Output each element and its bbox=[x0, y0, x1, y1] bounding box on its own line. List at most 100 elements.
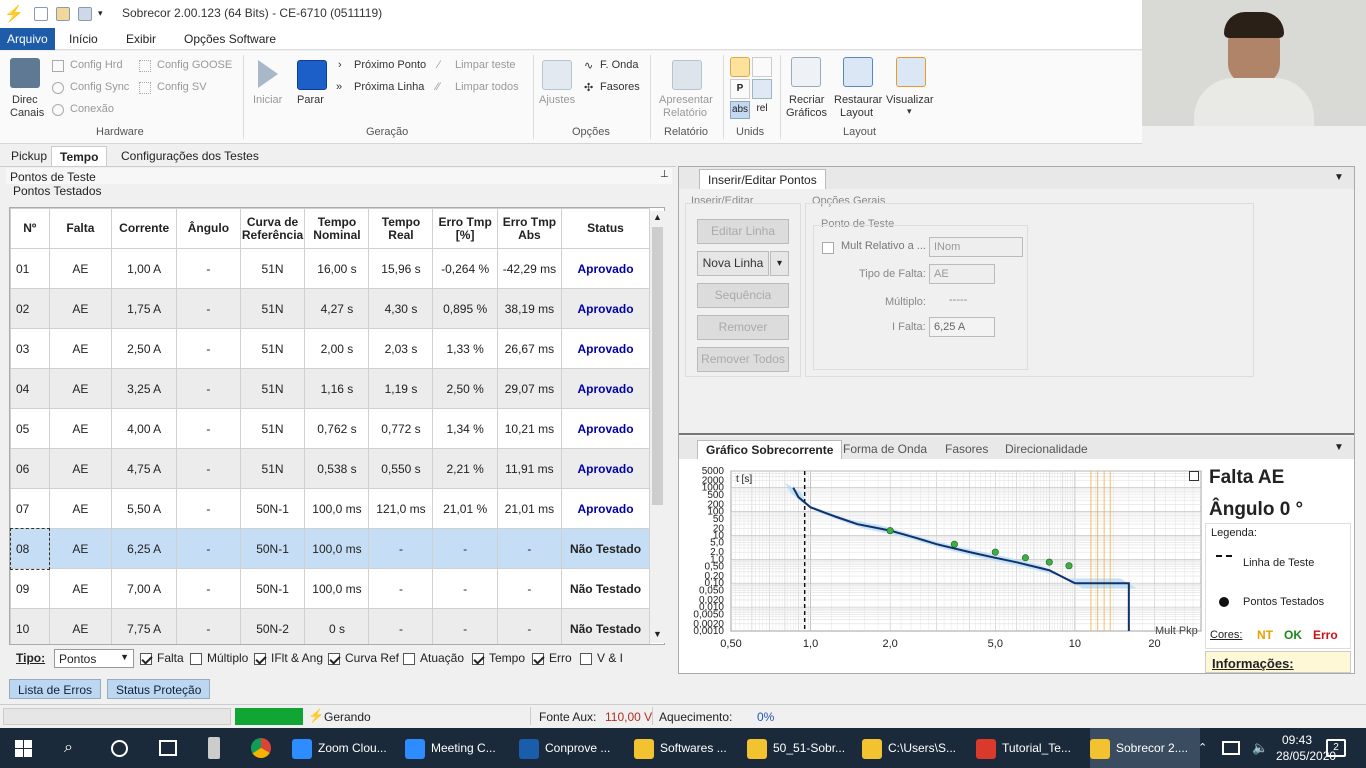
panel-menu-icon[interactable]: ▼ bbox=[1334, 172, 1344, 183]
ajustes-icon[interactable] bbox=[542, 60, 572, 90]
checkbox[interactable] bbox=[190, 652, 202, 665]
table-row[interactable]: 01 AE 1,00 A -51N 16,00 s 15,96 s -0,264 % -42,… bbox=[10, 248, 650, 289]
tipo-option[interactable]: Atuação bbox=[403, 651, 464, 665]
tipo-select[interactable]: Pontos ▼ bbox=[54, 649, 134, 668]
tipo-option[interactable]: IFlt & Ang bbox=[254, 651, 323, 665]
tipo-option[interactable]: Falta bbox=[140, 651, 184, 665]
tab-configuracoes[interactable]: Configurações dos Testes bbox=[113, 146, 267, 166]
tipo-option[interactable]: Curva Ref bbox=[328, 651, 399, 665]
layout-label[interactable]: Layout bbox=[840, 107, 873, 119]
checkbox[interactable] bbox=[472, 652, 484, 665]
tab-pickup[interactable]: Pickup bbox=[3, 146, 55, 166]
tipo-option[interactable]: Múltiplo bbox=[190, 651, 248, 665]
table-scrollbar[interactable]: ▲ ▼ bbox=[650, 211, 665, 643]
tipo-falta-select[interactable]: AE bbox=[929, 264, 995, 284]
notification-icon[interactable]: 2 bbox=[1326, 739, 1346, 757]
visualizar-label[interactable]: Visualizar bbox=[886, 94, 934, 106]
graficos-label[interactable]: Gráficos bbox=[786, 107, 827, 119]
table-row[interactable]: 06 AE 4,75 A -51N 0,538 s 0,550 s 2,21 % 11,91 … bbox=[10, 448, 650, 489]
calculator-icon[interactable] bbox=[208, 737, 220, 759]
column-header[interactable]: Status bbox=[561, 208, 650, 249]
abs-toggle[interactable]: abs bbox=[730, 101, 750, 119]
fasores-button[interactable]: Fasores bbox=[600, 81, 640, 93]
visualizar-dropdown-icon[interactable]: ▾ bbox=[907, 106, 912, 117]
recriar-graficos-icon[interactable] bbox=[791, 57, 821, 87]
menu-exibir[interactable]: Exibir bbox=[119, 31, 163, 47]
proximo-ponto-button[interactable]: Próximo Ponto bbox=[354, 59, 426, 71]
taskbar-app[interactable]: Softwares ... bbox=[634, 728, 744, 768]
tab-tempo[interactable]: Tempo bbox=[51, 146, 108, 166]
windows-start-icon[interactable] bbox=[15, 740, 32, 757]
tab-inserir-editar[interactable]: Inserir/Editar Pontos bbox=[699, 169, 826, 189]
config-hrd-button[interactable]: Config Hrd bbox=[70, 59, 123, 71]
tab-lista-erros[interactable]: Lista de Erros bbox=[9, 679, 102, 699]
limpar-todos-button[interactable]: Limpar todos bbox=[455, 81, 519, 93]
ifalta-input[interactable]: 6,25 A bbox=[929, 317, 995, 337]
column-header[interactable]: Erro Tmp Abs bbox=[496, 208, 563, 249]
test-points-table[interactable]: Nº Falta Corrente Ângulo Curva de Referência T… bbox=[9, 207, 665, 645]
restaurar-label[interactable]: Restaurar bbox=[834, 94, 882, 106]
column-header[interactable]: Erro Tmp [%] bbox=[432, 208, 498, 249]
visualizar-icon[interactable] bbox=[896, 57, 926, 87]
open-folder-icon[interactable] bbox=[56, 7, 70, 21]
tipo-option[interactable]: Tempo bbox=[472, 651, 525, 665]
rel-toggle[interactable]: rel bbox=[752, 101, 772, 119]
nova-linha-dropdown-icon[interactable]: ▾ bbox=[770, 251, 789, 276]
recriar-label[interactable]: Recriar bbox=[789, 94, 824, 106]
apresentar-label[interactable]: Apresentar bbox=[659, 94, 713, 106]
save-icon[interactable] bbox=[78, 7, 92, 21]
checkbox[interactable] bbox=[140, 652, 152, 665]
editar-linha-button[interactable]: Editar Linha bbox=[697, 219, 789, 244]
volume-icon[interactable]: 🔈 bbox=[1252, 728, 1268, 768]
checkbox[interactable] bbox=[532, 652, 544, 665]
table-row[interactable]: 05 AE 4,00 A -51N 0,762 s 0,772 s 1,34 % 10,21 … bbox=[10, 408, 650, 449]
chart-expand-icon[interactable] bbox=[1189, 471, 1199, 481]
config-goose-button[interactable]: Config GOOSE bbox=[157, 59, 232, 71]
column-header[interactable]: Falta bbox=[48, 208, 113, 249]
restaurar-layout-icon[interactable] bbox=[843, 57, 873, 87]
menu-arquivo[interactable]: Arquivo bbox=[0, 28, 55, 50]
stop-icon[interactable] bbox=[297, 60, 327, 90]
ajustes-button[interactable]: Ajustes bbox=[539, 94, 575, 106]
taskbar-app[interactable]: Tutorial_Te... bbox=[976, 728, 1086, 768]
menu-opcoes-software[interactable]: Opções Software bbox=[177, 31, 283, 47]
new-file-icon[interactable] bbox=[34, 7, 48, 21]
f-onda-button[interactable]: F. Onda bbox=[600, 59, 639, 71]
wave-unit-icon[interactable] bbox=[752, 57, 772, 77]
tray-chevron-icon[interactable]: ⌃ bbox=[1198, 728, 1207, 768]
report-icon[interactable] bbox=[672, 60, 702, 90]
scroll-thumb[interactable] bbox=[652, 227, 663, 505]
remover-todos-button[interactable]: Remover Todos bbox=[697, 347, 789, 372]
menu-inicio[interactable]: Início bbox=[62, 31, 105, 47]
network-icon[interactable] bbox=[1222, 741, 1240, 755]
sequencia-button[interactable]: Sequência bbox=[697, 283, 789, 308]
table-row[interactable]: 02 AE 1,75 A -51N 4,27 s 4,30 s 0,895 % 38,19 m… bbox=[10, 288, 650, 329]
table-row[interactable]: 08 AE 6,25 A -50N-1 100,0 ms - - - Não Testado bbox=[10, 527, 650, 570]
conexao-button[interactable]: Conexão bbox=[70, 103, 114, 115]
nova-linha-button[interactable]: Nova Linha bbox=[697, 251, 769, 276]
task-view-icon[interactable] bbox=[159, 740, 177, 756]
pu-icon[interactable]: P bbox=[730, 79, 750, 99]
checkbox[interactable] bbox=[328, 652, 340, 665]
chrome-icon[interactable] bbox=[251, 738, 271, 758]
taskbar-app[interactable]: 50_51-Sobr... bbox=[747, 728, 857, 768]
checkbox[interactable] bbox=[254, 652, 266, 665]
direc-canais-icon[interactable] bbox=[10, 58, 40, 88]
tab-grafico-sobrecorrente[interactable]: Gráfico Sobrecorrente bbox=[697, 440, 843, 459]
proxima-linha-button[interactable]: Próxima Linha bbox=[354, 81, 424, 93]
taskbar-app[interactable]: Conprove ... bbox=[519, 728, 629, 768]
column-header[interactable]: Tempo Nominal bbox=[304, 208, 370, 249]
tab-forma-onda[interactable]: Forma de Onda bbox=[843, 442, 927, 456]
config-sync-button[interactable]: Config Sync bbox=[70, 81, 129, 93]
secondary-icon[interactable] bbox=[752, 79, 772, 99]
column-header[interactable]: Ângulo bbox=[176, 208, 241, 249]
graph-menu-icon[interactable]: ▼ bbox=[1334, 442, 1344, 453]
cortana-icon[interactable] bbox=[111, 740, 128, 757]
table-row[interactable]: 10 AE 7,75 A -50N-2 0 s - - - Não Testado bbox=[10, 608, 650, 644]
mult-relativo-select[interactable]: INom bbox=[929, 237, 1023, 257]
table-row[interactable]: 07 AE 5,50 A -50N-1 100,0 ms 121,0 ms 21,01 % 2… bbox=[10, 488, 650, 529]
clock-time[interactable]: 09:43 bbox=[1282, 733, 1312, 747]
column-header[interactable]: Corrente bbox=[111, 208, 178, 249]
taskbar-app[interactable]: Sobrecor 2.... bbox=[1090, 728, 1200, 768]
play-icon[interactable] bbox=[256, 60, 280, 88]
